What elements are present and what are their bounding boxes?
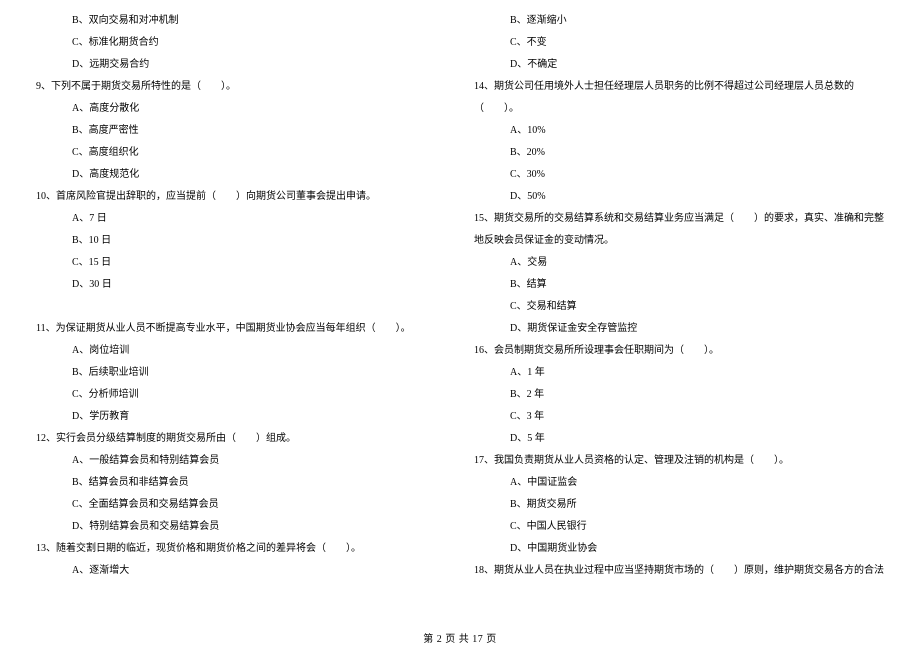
q10-stem: 10、首席风险官提出辞职的，应当提前（ ）向期货公司董事会提出申请。	[36, 186, 438, 208]
q12-option-a: A、一般结算会员和特别结算会员	[36, 450, 438, 472]
q15-option-c: C、交易和结算	[474, 296, 884, 318]
q15-option-a: A、交易	[474, 252, 884, 274]
q17-option-a: A、中国证监会	[474, 472, 884, 494]
q8-option-d: D、远期交易合约	[36, 54, 438, 76]
q15-option-b: B、结算	[474, 274, 884, 296]
q8-option-b: B、双向交易和对冲机制	[36, 10, 438, 32]
q13-option-d: D、不确定	[474, 54, 884, 76]
q11-option-d: D、学历教育	[36, 406, 438, 428]
q14-option-a: A、10%	[474, 120, 884, 142]
q12-option-b: B、结算会员和非结算会员	[36, 472, 438, 494]
q15-option-d: D、期货保证金安全存管监控	[474, 318, 884, 340]
q8-option-c: C、标准化期货合约	[36, 32, 438, 54]
q14-stem-line1: 14、期货公司任用境外人士担任经理层人员职务的比例不得超过公司经理层人员总数的	[474, 76, 884, 98]
q9-option-c: C、高度组织化	[36, 142, 438, 164]
q18-stem-line1: 18、期货从业人员在执业过程中应当坚持期货市场的（ ）原则，维护期货交易各方的合…	[474, 560, 884, 582]
q10-option-b: B、10 日	[36, 230, 438, 252]
q10-option-a: A、7 日	[36, 208, 438, 230]
q9-option-b: B、高度严密性	[36, 120, 438, 142]
q16-option-d: D、5 年	[474, 428, 884, 450]
q11-stem: 11、为保证期货从业人员不断提高专业水平，中国期货业协会应当每年组织（ ）。	[36, 318, 438, 340]
q13-option-a: A、逐渐增大	[36, 560, 438, 582]
q11-option-b: B、后续职业培训	[36, 362, 438, 384]
q14-option-b: B、20%	[474, 142, 884, 164]
q17-option-d: D、中国期货业协会	[474, 538, 884, 560]
q14-stem-line2: （ ）。	[474, 98, 884, 120]
q16-stem: 16、会员制期货交易所所设理事会任职期间为（ ）。	[474, 340, 884, 362]
q14-option-c: C、30%	[474, 164, 884, 186]
section-gap	[36, 296, 438, 318]
q15-stem-line2: 地反映会员保证金的变动情况。	[474, 230, 884, 252]
q12-option-c: C、全面结算会员和交易结算会员	[36, 494, 438, 516]
q13-option-b: B、逐渐缩小	[474, 10, 884, 32]
q16-option-a: A、1 年	[474, 362, 884, 384]
q14-option-d: D、50%	[474, 186, 884, 208]
page-footer: 第 2 页 共 17 页	[0, 630, 920, 645]
q12-stem: 12、实行会员分级结算制度的期货交易所由（ ）组成。	[36, 428, 438, 450]
q9-option-a: A、高度分散化	[36, 98, 438, 120]
q13-option-c: C、不变	[474, 32, 884, 54]
q17-stem: 17、我国负责期货从业人员资格的认定、管理及注销的机构是（ ）。	[474, 450, 884, 472]
q9-option-d: D、高度规范化	[36, 164, 438, 186]
q10-option-c: C、15 日	[36, 252, 438, 274]
q15-stem-line1: 15、期货交易所的交易结算系统和交易结算业务应当满足（ ）的要求，真实、准确和完…	[474, 208, 884, 230]
q11-option-a: A、岗位培训	[36, 340, 438, 362]
q16-option-b: B、2 年	[474, 384, 884, 406]
q17-option-b: B、期货交易所	[474, 494, 884, 516]
q13-stem: 13、随着交割日期的临近，现货价格和期货价格之间的差异将会（ ）。	[36, 538, 438, 560]
q9-stem: 9、下列不属于期货交易所特性的是（ ）。	[36, 76, 438, 98]
q16-option-c: C、3 年	[474, 406, 884, 428]
q17-option-c: C、中国人民银行	[474, 516, 884, 538]
q10-option-d: D、30 日	[36, 274, 438, 296]
q12-option-d: D、特别结算会员和交易结算会员	[36, 516, 438, 538]
q11-option-c: C、分析师培训	[36, 384, 438, 406]
